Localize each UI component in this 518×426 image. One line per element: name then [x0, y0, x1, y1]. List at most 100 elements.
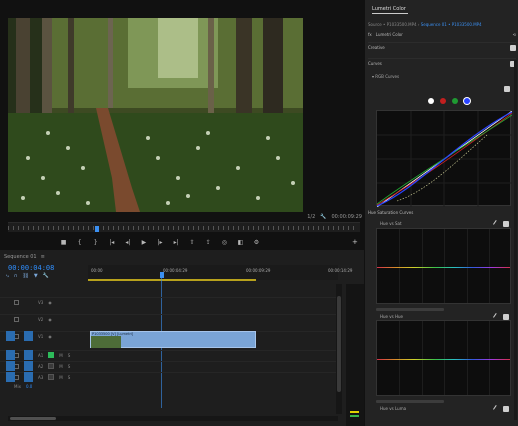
- ruler-tick: [293, 226, 294, 230]
- eyedropper-icon[interactable]: [493, 405, 500, 412]
- track-target[interactable]: [24, 361, 33, 371]
- ruler-tick: [313, 226, 314, 230]
- mute-button[interactable]: [48, 352, 55, 358]
- button-editor-button[interactable]: +: [352, 238, 358, 246]
- snap-icon[interactable]: ∩: [14, 273, 18, 279]
- ruler-tick: [203, 226, 204, 230]
- ruler-tick: [183, 226, 184, 230]
- hsc-range-slider[interactable]: [376, 400, 444, 403]
- track-target[interactable]: [24, 350, 33, 360]
- work-area-bar[interactable]: [88, 279, 256, 281]
- step-back-button[interactable]: ◂|: [124, 239, 131, 246]
- wrench-icon[interactable]: 🔧: [320, 214, 326, 220]
- timeline-settings-icon[interactable]: 🔧: [43, 273, 49, 279]
- video-frame[interactable]: [8, 18, 303, 212]
- rgb-curves-graph[interactable]: [376, 110, 513, 208]
- nest-icon[interactable]: ⤷: [6, 273, 9, 279]
- red-channel-button[interactable]: [440, 98, 446, 104]
- ruler-tick: [28, 226, 29, 230]
- green-channel-button[interactable]: [452, 98, 458, 104]
- rgb-curves-enable-checkbox[interactable]: [504, 86, 510, 92]
- mute-button[interactable]: [48, 374, 55, 380]
- step-forward-button[interactable]: |▸: [156, 239, 163, 246]
- ruler-tick: [273, 226, 274, 230]
- ruler-tick: [133, 226, 134, 230]
- section-enable-checkbox[interactable]: [510, 44, 516, 51]
- track-name: A1: [38, 352, 44, 358]
- monitor-playhead[interactable]: [95, 226, 99, 232]
- tab-sequence[interactable]: Sequence 01: [4, 254, 37, 260]
- hue-spectrum-line: [377, 359, 510, 360]
- source-patch[interactable]: [6, 350, 15, 360]
- timeline-horizontal-scroll-thumb[interactable]: [10, 417, 56, 420]
- ruler-tick: [253, 226, 254, 230]
- hsc-curve-graph[interactable]: [376, 320, 511, 396]
- ruler-tick: [48, 226, 49, 230]
- timeline-horizontal-scrollbar[interactable]: [8, 416, 338, 421]
- ruler-tick: [308, 226, 309, 230]
- hue-saturation-curves-header[interactable]: Hue Saturation Curves: [368, 208, 516, 216]
- master-volume[interactable]: 0.0: [26, 384, 32, 389]
- ruler-tick: [123, 226, 124, 230]
- blue-channel-button[interactable]: [464, 98, 470, 104]
- go-to-in-button[interactable]: |◂: [108, 239, 115, 246]
- mute-button[interactable]: [48, 363, 55, 369]
- timeline-vertical-scroll-thumb[interactable]: [337, 296, 341, 392]
- timeline-timecode[interactable]: 00:00:04:08: [8, 264, 54, 272]
- mark-in-button[interactable]: {: [76, 239, 83, 246]
- eye-icon[interactable]: ◉: [48, 317, 52, 322]
- white-channel-button[interactable]: [428, 98, 434, 104]
- eye-icon[interactable]: ◉: [48, 334, 52, 339]
- linked-selection-icon[interactable]: ⛓: [22, 273, 28, 279]
- hsc-enable-checkbox[interactable]: [503, 406, 509, 412]
- ruler-tick: [143, 226, 144, 230]
- track-target[interactable]: [24, 331, 33, 341]
- solo-button[interactable]: S: [68, 353, 71, 358]
- export-frame-button[interactable]: ◎: [221, 239, 228, 246]
- fit-dropdown[interactable]: 1/2: [307, 214, 315, 220]
- ruler-tick: [53, 226, 54, 230]
- source-label[interactable]: Source • P1033500.MP4 ›: [368, 22, 419, 27]
- add-marker-icon[interactable]: ▼: [34, 273, 38, 279]
- eyedropper-icon[interactable]: [493, 313, 500, 320]
- active-tab-underline: [372, 13, 408, 14]
- ruler-tick: [258, 226, 259, 230]
- solo-button[interactable]: S: [68, 375, 71, 380]
- ruler-tick: [188, 226, 189, 230]
- add-marker-button[interactable]: ■: [60, 239, 67, 246]
- source-patch[interactable]: [6, 361, 15, 371]
- go-to-out-button[interactable]: ▸|: [173, 239, 180, 246]
- timeline-ruler[interactable]: [88, 265, 338, 280]
- sequence-link[interactable]: Sequence 01 • P1033500.MP4: [421, 22, 482, 27]
- eye-icon[interactable]: ◉: [48, 300, 52, 305]
- tab-menu-icon[interactable]: ≡: [41, 254, 45, 260]
- mark-out-button[interactable]: }: [92, 239, 99, 246]
- ruler-tick: [148, 226, 149, 230]
- hsc-curve-graph[interactable]: [376, 228, 511, 304]
- extract-button[interactable]: ⇪: [205, 239, 212, 246]
- timeline-playhead[interactable]: [160, 272, 164, 278]
- eyedropper-icon[interactable]: [493, 220, 500, 227]
- solo-button[interactable]: S: [68, 364, 71, 369]
- ruler-tick: [298, 226, 299, 230]
- track-header: V2 ◉: [0, 314, 52, 324]
- lock-icon[interactable]: [14, 299, 19, 305]
- monitor-time-ruler[interactable]: [8, 222, 360, 232]
- lift-button[interactable]: ⇧: [189, 239, 196, 246]
- toggle-proxies-button[interactable]: ⚙: [253, 239, 260, 246]
- rgb-curves-label[interactable]: ▾ RGB Curves: [372, 74, 399, 79]
- section-curves[interactable]: Curves: [368, 58, 516, 68]
- hsc-range-slider[interactable]: [376, 308, 444, 311]
- comparison-view-button[interactable]: ◧: [237, 239, 244, 246]
- monitor-status-bar: 1/2 🔧 00:00:09:29: [280, 212, 362, 221]
- effect-dropdown[interactable]: Lumetri Color: [376, 32, 403, 37]
- panel-title[interactable]: Lumetri Color: [372, 6, 406, 12]
- panel-scrollbar[interactable]: [514, 60, 517, 420]
- play-button[interactable]: ▶: [140, 239, 147, 246]
- ruler-tick: [233, 226, 234, 230]
- source-patch[interactable]: [6, 331, 15, 341]
- section-creative[interactable]: Creative: [368, 42, 516, 52]
- hsc-enable-checkbox[interactable]: [503, 221, 509, 227]
- reset-icon[interactable]: ⟲: [513, 32, 516, 37]
- lock-icon[interactable]: [14, 316, 19, 322]
